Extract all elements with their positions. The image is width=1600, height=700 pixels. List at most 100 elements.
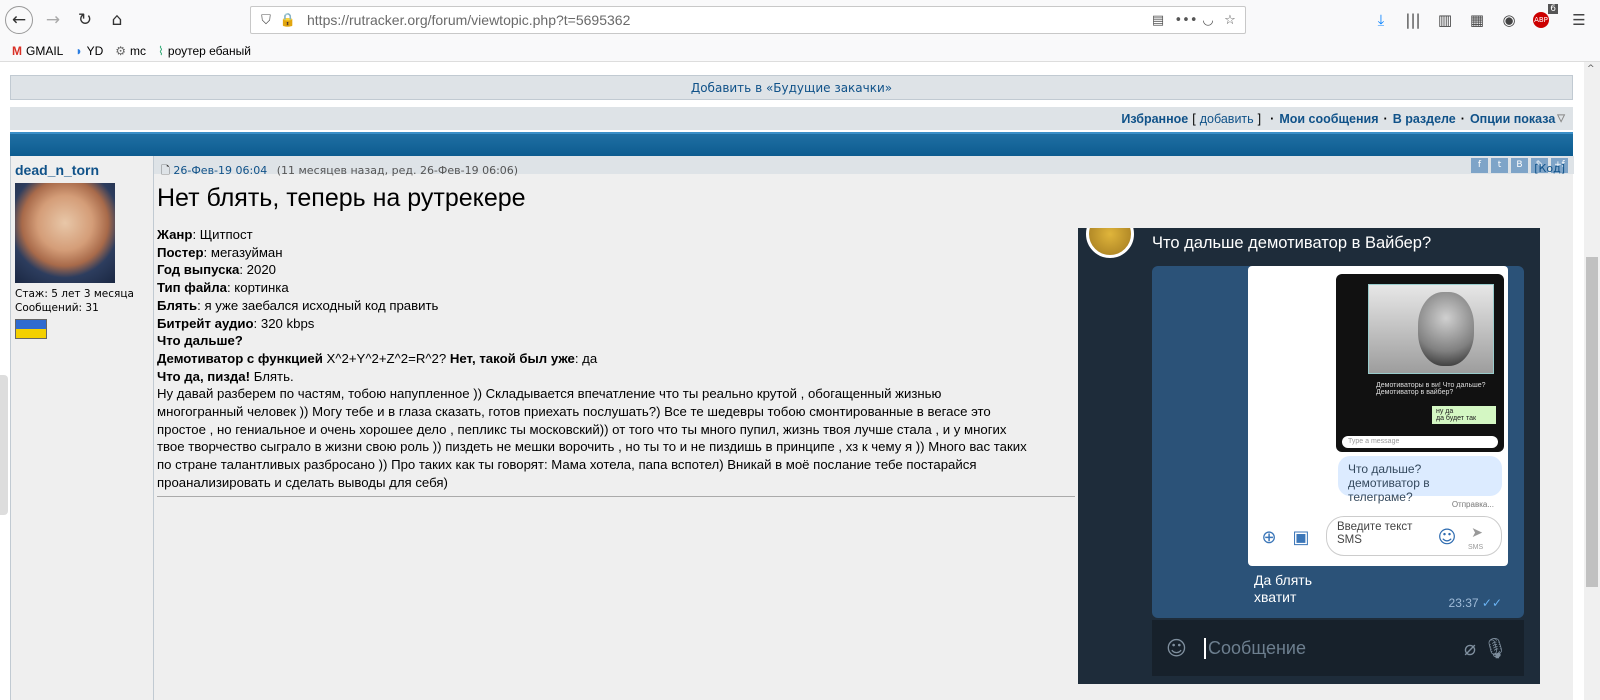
bookmark-yd[interactable]: ◗ YD bbox=[75, 44, 103, 58]
add-favorite-link[interactable]: добавить bbox=[1200, 112, 1254, 126]
nested-bubble: Что дальше? демотиватор в телеграме? bbox=[1338, 456, 1502, 504]
chevron-down-icon[interactable]: ▽ bbox=[1557, 113, 1565, 124]
post: f t B ✎ +f dead_n_torn Стаж: 5 лет 3 мес… bbox=[10, 156, 1574, 700]
bracket-close: ] bbox=[1257, 111, 1262, 126]
body-line: по стране талантливых разбросано )) Про … bbox=[157, 457, 977, 473]
forward-button[interactable]: → bbox=[39, 6, 67, 34]
field-value: : Щитпост bbox=[192, 227, 253, 242]
bookmark-label: роутер ебаный bbox=[167, 43, 251, 58]
author-name[interactable]: dead_n_torn bbox=[15, 162, 99, 178]
field-row: Что дальше? bbox=[157, 332, 1077, 350]
bookmark-mc[interactable]: ⚙ mc bbox=[115, 44, 146, 58]
sms-label: SMS bbox=[1468, 544, 1484, 551]
field-value: X^2+Y^2+Z^2=R^2? bbox=[322, 350, 450, 366]
avatar bbox=[15, 183, 115, 283]
body-line: твое творчество сыграло в жизни свою рол… bbox=[157, 439, 1027, 455]
bookmarks-bar: M GMAIL ◗ YD ⚙ mc ⌇ роутер ебаный bbox=[0, 40, 1600, 62]
separator: · bbox=[1270, 111, 1275, 126]
document-icon: 🗋 bbox=[161, 164, 170, 177]
chevron-up-icon[interactable]: ^ bbox=[1587, 64, 1595, 74]
reload-button[interactable]: ↻ bbox=[71, 6, 99, 34]
view-options-link[interactable]: Опции показа bbox=[1470, 112, 1555, 126]
topic-menu-bar: Избранное [ добавить ] · Мои сообщения ·… bbox=[10, 107, 1573, 130]
router-icon: ⌇ bbox=[158, 43, 164, 58]
field-label: Что да, пизда! bbox=[157, 368, 251, 384]
separator: · bbox=[1460, 111, 1465, 126]
post-header: 🗋 26-Фев-19 06:04 (11 месяцев назад, ред… bbox=[161, 162, 1565, 177]
field-label: Нет, такой был уже bbox=[449, 350, 575, 366]
favorites-link[interactable]: Избранное bbox=[1121, 112, 1188, 126]
bookmark-gmail[interactable]: M GMAIL bbox=[12, 44, 63, 58]
chat-message: Демотиваторы в ви! Что дальше? Демотиват… bbox=[1152, 266, 1524, 618]
gmail-icon: M bbox=[12, 43, 22, 58]
menu-icon[interactable]: ☰ bbox=[1566, 6, 1592, 34]
paperclip-icon: ⌀ bbox=[1463, 636, 1476, 660]
field-label: Битрейт аудио bbox=[157, 315, 254, 331]
bookmark-label: mc bbox=[130, 43, 147, 58]
url-text[interactable]: https://rutracker.org/forum/viewtopic.ph… bbox=[307, 12, 630, 28]
field-value: : 2020 bbox=[239, 262, 277, 278]
arrow-right-icon: → bbox=[45, 10, 61, 30]
field-value: : кортинка bbox=[226, 280, 289, 296]
field-label: Год выпуска bbox=[157, 262, 240, 278]
in-section-link[interactable]: В разделе bbox=[1393, 112, 1456, 126]
reload-icon: ↻ bbox=[77, 10, 93, 30]
shield-icon[interactable]: ⛉ bbox=[255, 9, 277, 31]
message-placeholder: Сообщение bbox=[1204, 637, 1306, 659]
field-label: Что дальше? bbox=[157, 333, 243, 349]
adblock-icon[interactable]: ABP 6 bbox=[1528, 4, 1558, 34]
more-actions-icon[interactable]: ••• bbox=[1175, 9, 1198, 31]
chat-input: ☺ Сообщение ⌀ 🎙 bbox=[1152, 620, 1524, 676]
scroll-thumb[interactable] bbox=[1586, 257, 1598, 587]
body-line: проанализировать и сделать выводы для се… bbox=[157, 474, 448, 490]
post-edited: (11 месяцев назад, ред. 26-Фев-19 06:06) bbox=[276, 164, 519, 177]
body-line: простое , но гениальное и очень хорошее … bbox=[157, 421, 1007, 437]
url-domain: https://rutracker.org bbox=[307, 12, 428, 28]
field-label: Блять bbox=[157, 297, 198, 313]
extension-icon[interactable]: ▦ bbox=[1464, 6, 1490, 34]
bracket-open: [ bbox=[1192, 111, 1196, 126]
home-button[interactable]: ⌂ bbox=[103, 6, 131, 34]
library-icon[interactable]: ||| bbox=[1400, 6, 1426, 34]
author-seniority: Стаж: 5 лет 3 месяца bbox=[15, 288, 134, 300]
field-row: Год выпуска: 2020 bbox=[157, 261, 1077, 279]
field-row: Жанр: Щитпост bbox=[157, 226, 1077, 244]
send-icon: ➤ bbox=[1471, 525, 1483, 541]
nested-screenshot: Демотиваторы в ви! Что дальше? Демотиват… bbox=[1248, 266, 1508, 566]
author-messages: Сообщений: 31 bbox=[15, 302, 99, 314]
bookmark-star-icon[interactable]: ☆ bbox=[1219, 9, 1241, 31]
home-icon: ⌂ bbox=[111, 10, 123, 30]
bookmark-router[interactable]: ⌇ роутер ебаный bbox=[158, 44, 251, 58]
code-link[interactable]: [Код] bbox=[1534, 162, 1565, 175]
account-icon[interactable]: ◉ bbox=[1496, 6, 1522, 34]
url-bar[interactable]: ⛉ 🔒 https://rutracker.org/forum/viewtopi… bbox=[250, 6, 1246, 34]
field-row: Что да, пизда! Блять. bbox=[157, 368, 1077, 386]
pocket-icon[interactable]: ◡ bbox=[1197, 9, 1219, 31]
sidebar-icon[interactable]: ▥ bbox=[1432, 6, 1458, 34]
future-downloads-bar: Добавить в «Будущие закачки» bbox=[10, 75, 1573, 100]
chat-avatar bbox=[1086, 228, 1134, 258]
badge-count: 6 bbox=[1548, 4, 1558, 14]
field-row: Тип файла: кортинка bbox=[157, 279, 1077, 297]
sidebar-handle[interactable] bbox=[0, 375, 8, 515]
time-value: 23:37 bbox=[1448, 596, 1479, 610]
mini-input: Type a message bbox=[1342, 436, 1498, 448]
post-divider bbox=[157, 496, 1075, 497]
sent-status: Отправка... bbox=[1451, 500, 1494, 509]
nested-face bbox=[1418, 292, 1474, 366]
add-to-future-link[interactable]: Добавить в «Будущие закачки» bbox=[691, 81, 892, 95]
emoji-icon: ☺ bbox=[1437, 526, 1457, 548]
lock-icon[interactable]: 🔒 bbox=[277, 9, 299, 31]
message-time: 23:37 ✓✓ bbox=[1449, 596, 1502, 610]
bookmark-label: GMAIL bbox=[26, 43, 64, 58]
back-button[interactable]: ← bbox=[5, 6, 33, 34]
download-icon[interactable]: ⤓ bbox=[1368, 6, 1394, 34]
sticker-icon: ☺ bbox=[1166, 636, 1187, 660]
field-row: Демотиватор с функцией X^2+Y^2+Z^2=R^2? … bbox=[157, 350, 1077, 368]
post-date-link[interactable]: 26-Фев-19 06:04 bbox=[173, 164, 267, 177]
page-scrollbar[interactable]: ^ bbox=[1584, 62, 1600, 700]
reader-view-icon[interactable]: ▤ bbox=[1147, 9, 1169, 31]
my-messages-link[interactable]: Мои сообщения bbox=[1279, 112, 1378, 126]
field-value: : мегазуйман bbox=[203, 244, 283, 260]
sms-row: ⊕ ▣ Введите текст SMS ☺ ➤ SMS bbox=[1248, 514, 1508, 564]
